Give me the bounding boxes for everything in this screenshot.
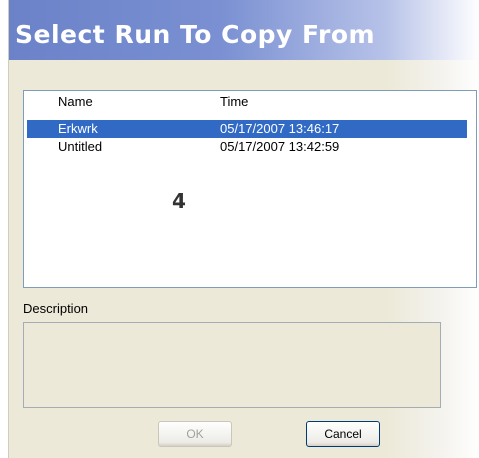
column-header-name[interactable]: Name <box>58 94 93 109</box>
row-name: Erkwrk <box>58 121 98 136</box>
dialog-title: Select Run To Copy From <box>15 20 376 49</box>
step-marker-label: 4 <box>172 189 186 213</box>
row-name: Untitled <box>58 139 103 154</box>
list-header: Name Time <box>24 91 476 110</box>
runs-list[interactable]: Name Time Erkwrk 05/17/2007 13:46:17 Unt… <box>23 90 477 288</box>
description-label: Description <box>23 301 89 316</box>
title-bar[interactable]: Select Run To Copy From <box>9 0 479 60</box>
select-run-dialog: Select Run To Copy From Name Time Erkwrk… <box>8 0 479 458</box>
list-row-erkwrk[interactable]: Erkwrk 05/17/2007 13:46:17 <box>27 120 467 138</box>
ok-button[interactable]: OK <box>158 421 232 447</box>
cancel-button[interactable]: Cancel <box>306 421 380 447</box>
row-time: 05/17/2007 13:42:59 <box>220 139 340 154</box>
list-row-untitled[interactable]: Untitled 05/17/2007 13:42:59 <box>27 138 467 156</box>
column-header-time[interactable]: Time <box>220 94 248 109</box>
row-time: 05/17/2007 13:46:17 <box>220 121 340 136</box>
description-field[interactable] <box>23 322 441 408</box>
